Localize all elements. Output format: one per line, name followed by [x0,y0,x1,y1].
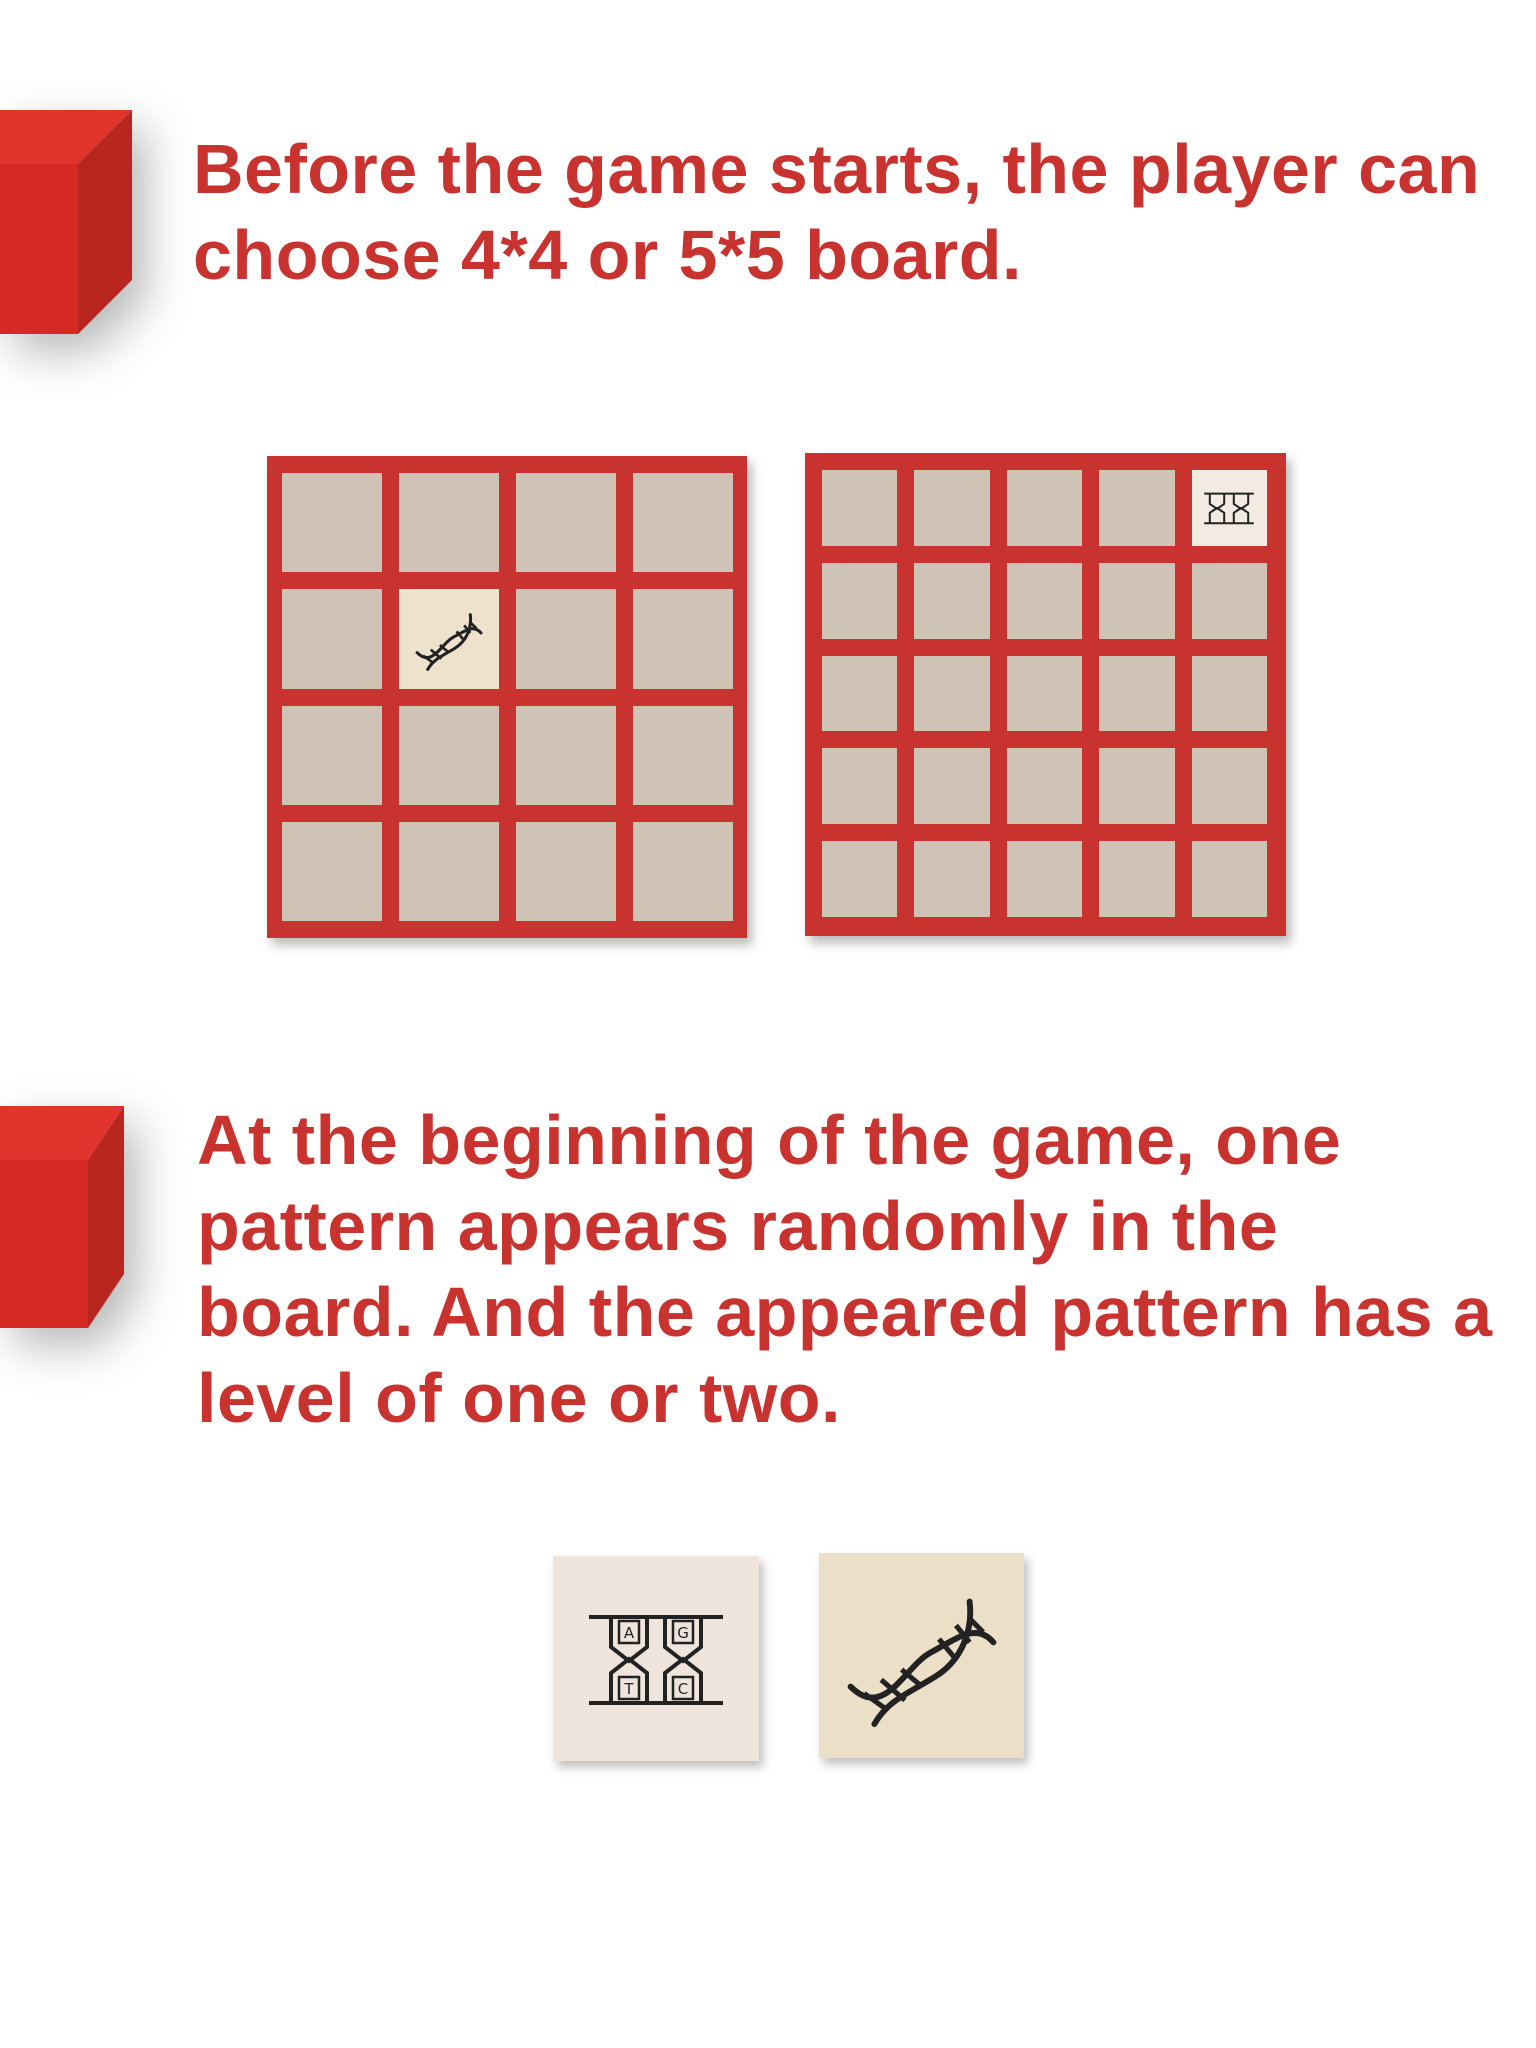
board-cell[interactable] [822,841,898,917]
board-cell[interactable] [1006,470,1083,546]
step-1-red-cube-icon [0,110,132,336]
board-cell[interactable] [633,473,733,573]
board-cell[interactable] [914,841,990,917]
board-cell[interactable] [516,821,616,921]
board-cell[interactable] [1191,655,1267,732]
board-cell[interactable] [633,821,733,921]
board-5x5[interactable] [805,453,1286,936]
board-cell[interactable] [633,589,733,689]
board-cell[interactable] [914,655,990,732]
board-cell[interactable] [822,748,898,825]
dna-helix-icon [847,1598,996,1727]
board-cell[interactable] [399,821,499,921]
board-cell[interactable] [282,589,382,689]
board-cell[interactable] [282,821,382,921]
board-4x4[interactable] [267,456,747,938]
dna-helix-icon [415,613,483,671]
board-cell[interactable] [1191,841,1267,917]
board-cell[interactable] [914,748,990,825]
board-cell[interactable] [1099,655,1175,732]
step-2-red-cube-icon [0,1106,124,1328]
gene-agtc-icon [1204,492,1255,525]
gene-letter: G [677,1624,689,1642]
board-cell[interactable] [822,470,898,546]
board-cell[interactable] [914,470,990,546]
board-cell[interactable] [1191,562,1267,639]
step-2-instruction: At the beginning of the game, one patter… [197,1101,1493,1437]
board-cell[interactable] [914,562,990,639]
board-cell[interactable] [1099,562,1175,639]
board-cell[interactable] [1099,470,1175,546]
board-cell[interactable] [1099,748,1175,825]
board-cell[interactable] [516,589,616,689]
board-cell[interactable] [516,705,616,805]
board-cell[interactable] [822,562,898,639]
board-cell[interactable] [1006,655,1083,732]
board-cell[interactable] [399,473,499,573]
board-cell[interactable] [282,705,382,805]
board-cell[interactable] [1006,748,1083,825]
board-cell[interactable] [516,473,616,573]
board-cell[interactable] [1099,841,1175,917]
step-1-instruction: Before the game starts, the player can c… [193,130,1481,294]
gene-agtc-icon: A G T C [589,1614,723,1705]
gene-letter: A [624,1624,635,1642]
pattern-tile-dna [819,1553,1024,1758]
board-cell-pattern[interactable] [1191,470,1267,546]
board-cell[interactable] [633,705,733,805]
gene-letter: T [623,1680,634,1698]
board-cell-pattern[interactable] [399,589,499,689]
gene-letter: C [678,1680,688,1698]
board-cell[interactable] [399,705,499,805]
board-cell[interactable] [1006,562,1083,639]
pattern-tile-gene: A G T C [553,1556,759,1761]
board-cell[interactable] [1191,748,1267,825]
board-cell[interactable] [822,655,898,732]
board-cell[interactable] [282,473,382,573]
board-cell[interactable] [1006,841,1083,917]
